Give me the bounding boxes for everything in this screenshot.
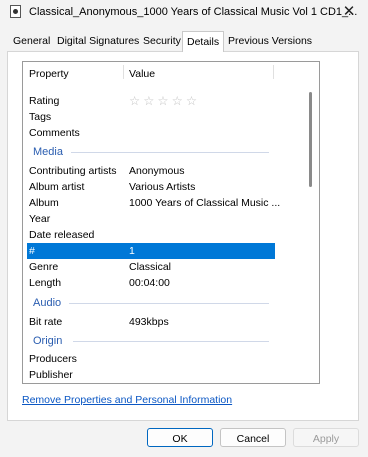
tab-security[interactable]: Security: [139, 33, 185, 50]
property-label: Album artist: [29, 181, 85, 193]
row-album[interactable]: Album 1000 Years of Classical Music ...: [27, 195, 280, 211]
ok-button[interactable]: OK: [147, 428, 213, 447]
row-genre[interactable]: Genre Classical: [27, 259, 275, 275]
window-title: Classical_Anonymous_1000 Years of Classi…: [29, 6, 358, 18]
property-label: Length: [29, 277, 62, 289]
row-track-number-selected[interactable]: # 1: [27, 243, 275, 259]
details-panel: Property Value Rating ☆☆☆☆☆ Tags Comment…: [7, 51, 359, 421]
row-producers[interactable]: Producers: [27, 351, 275, 367]
row-rating[interactable]: Rating ☆☆☆☆☆: [27, 93, 275, 109]
property-value: Anonymous: [129, 165, 185, 177]
column-separator[interactable]: [273, 65, 274, 79]
property-label: Producers: [29, 353, 77, 365]
section-divider: [69, 303, 269, 304]
row-length[interactable]: Length 00:04:00: [27, 275, 275, 291]
properties-list[interactable]: Property Value Rating ☆☆☆☆☆ Tags Comment…: [22, 61, 320, 384]
property-label: Publisher: [29, 369, 73, 381]
property-value: 1000 Years of Classical Music ...: [129, 197, 281, 209]
apply-button[interactable]: Apply: [293, 428, 359, 447]
property-label: Year: [29, 213, 51, 225]
list-header: Property Value: [23, 62, 293, 82]
column-separator[interactable]: [123, 65, 124, 79]
row-date-released[interactable]: Date released: [27, 227, 275, 243]
row-album-artist[interactable]: Album artist Various Artists: [27, 179, 275, 195]
property-label: Genre: [29, 261, 59, 273]
cancel-button[interactable]: Cancel: [220, 428, 286, 447]
property-value: 00:04:00: [129, 277, 170, 289]
section-divider: [73, 341, 269, 342]
tab-previous-versions[interactable]: Previous Versions: [224, 33, 316, 50]
title-bar: Classical_Anonymous_1000 Years of Classi…: [0, 0, 368, 26]
row-year[interactable]: Year: [27, 211, 275, 227]
column-header-value[interactable]: Value: [129, 68, 155, 80]
property-value: 493kbps: [129, 316, 169, 328]
file-properties-icon: [10, 5, 21, 18]
vertical-scrollbar[interactable]: [303, 62, 319, 383]
row-bit-rate[interactable]: Bit rate 493kbps: [27, 314, 275, 330]
property-label: Album: [29, 197, 59, 209]
property-label: Bit rate: [29, 316, 63, 328]
row-tags[interactable]: Tags: [27, 109, 275, 125]
scrollbar-thumb[interactable]: [309, 92, 312, 187]
tab-digital-signatures[interactable]: Digital Signatures: [53, 33, 143, 50]
section-divider: [71, 152, 269, 153]
row-comments[interactable]: Comments: [27, 125, 275, 141]
section-heading-origin: Origin: [33, 335, 63, 347]
close-button[interactable]: ✕: [338, 2, 360, 22]
property-value: Various Artists: [129, 181, 196, 193]
property-label: #: [29, 245, 35, 257]
tab-general[interactable]: General: [9, 33, 54, 50]
property-label: Comments: [29, 127, 80, 139]
column-header-property[interactable]: Property: [29, 68, 69, 80]
property-value: 1: [129, 245, 135, 257]
section-heading-media: Media: [33, 146, 63, 158]
property-label: Contributing artists: [29, 165, 117, 177]
property-label: Rating: [29, 95, 60, 107]
property-label: Tags: [29, 111, 52, 123]
property-value: Classical: [129, 261, 172, 273]
section-heading-audio: Audio: [33, 297, 62, 309]
row-publisher[interactable]: Publisher: [27, 367, 275, 383]
property-label: Date released: [29, 229, 95, 241]
tab-details[interactable]: Details: [182, 31, 225, 52]
row-contributing-artists[interactable]: Contributing artists Anonymous: [27, 163, 275, 179]
rating-stars[interactable]: ☆☆☆☆☆: [129, 93, 200, 109]
remove-properties-link[interactable]: Remove Properties and Personal Informati…: [22, 394, 232, 406]
